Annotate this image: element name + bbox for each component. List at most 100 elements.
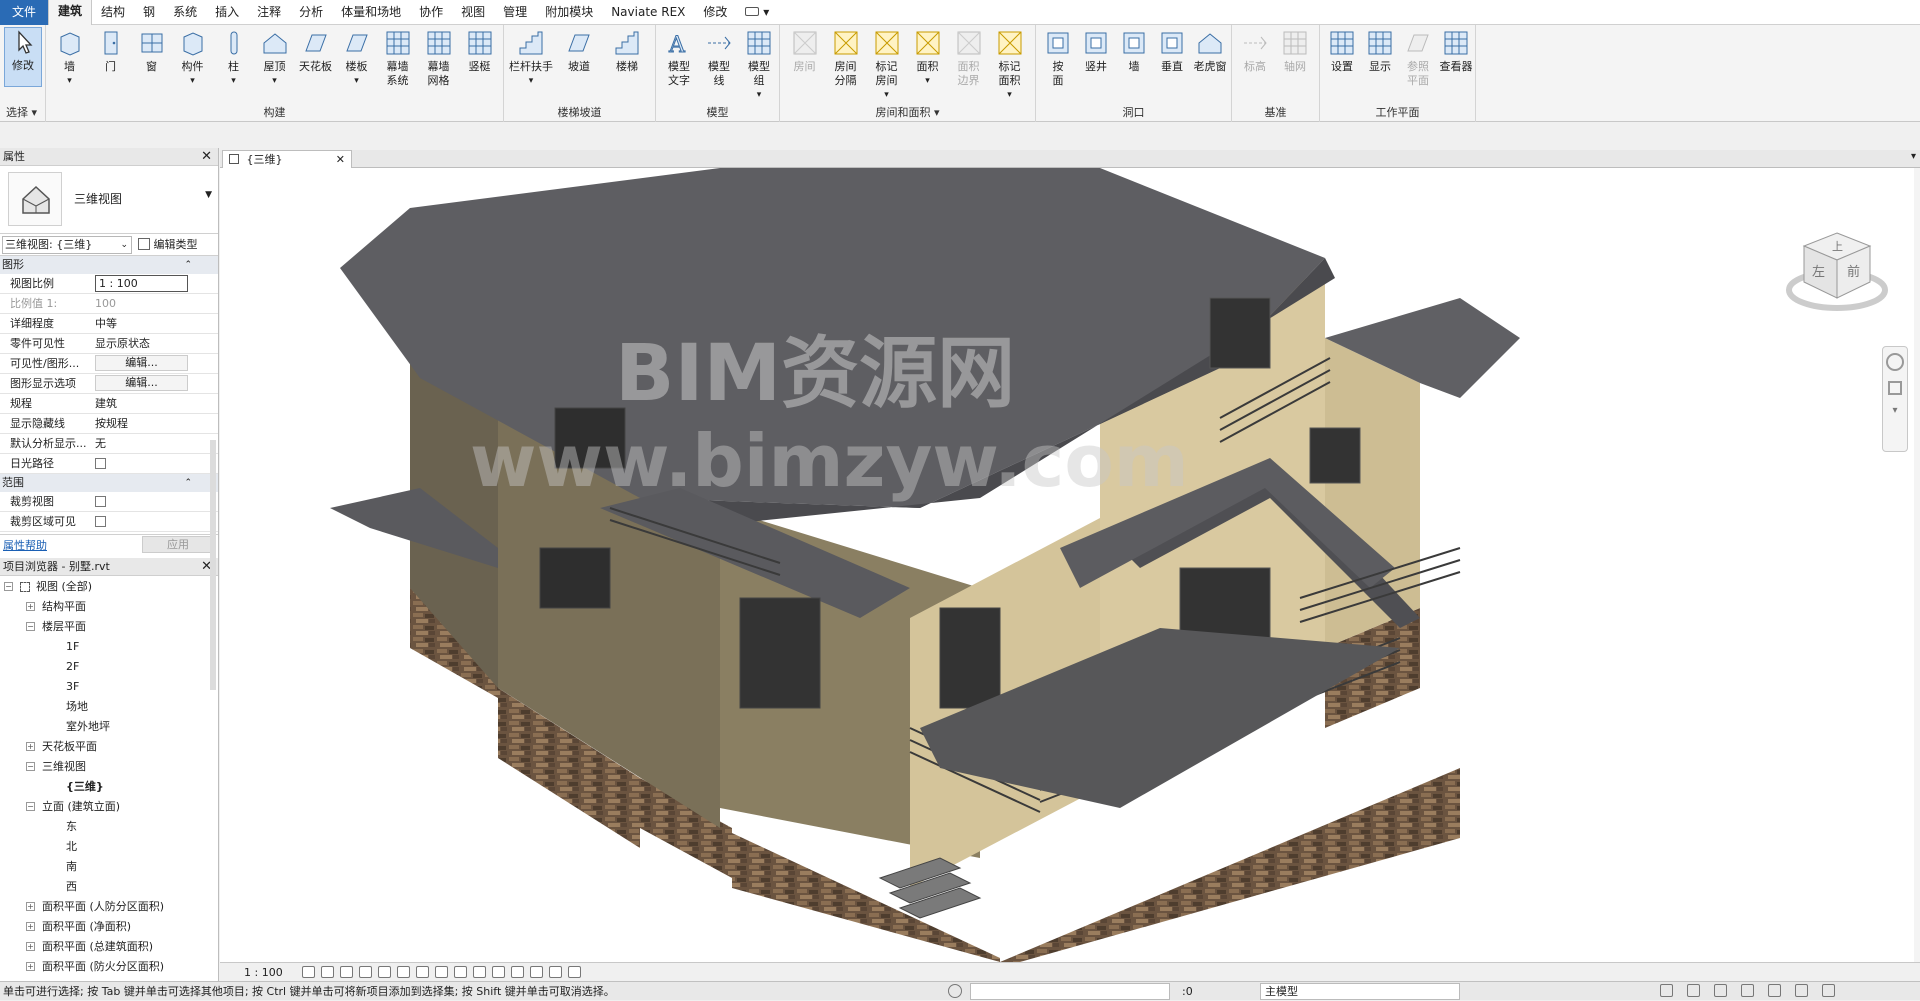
dropdown-caret-icon[interactable]: ▾ <box>173 74 212 88</box>
browser-item[interactable]: + 结构平面 <box>0 597 218 617</box>
select-by-face-icon[interactable] <box>1768 984 1781 997</box>
dropdown-caret-icon[interactable]: ▾ <box>908 74 947 88</box>
railing-button[interactable]: 栏杆扶手 ▾ <box>508 29 554 88</box>
dropdown-caret-icon[interactable]: ▾ <box>990 88 1029 102</box>
worksets-icon[interactable] <box>948 984 962 998</box>
browser-item[interactable]: 北 <box>0 837 218 857</box>
expand-icon[interactable]: + <box>26 602 35 611</box>
shaft-button[interactable]: 竖井 <box>1078 29 1114 74</box>
by-face-button[interactable]: 按 面 <box>1040 29 1076 88</box>
browser-item[interactable]: + 面积平面 (人防分区面积) <box>0 897 218 917</box>
property-checkbox[interactable] <box>95 512 188 531</box>
browser-item[interactable]: − 三维视图 <box>0 757 218 777</box>
zoom-icon[interactable] <box>1888 381 1902 395</box>
crop-view-icon[interactable] <box>378 966 391 978</box>
property-value[interactable]: 100 <box>95 294 188 313</box>
sun-path-icon[interactable] <box>340 966 353 978</box>
dropdown-caret-icon[interactable]: ▾ <box>50 74 89 88</box>
dropdown-caret-icon[interactable]: ▾ <box>740 88 778 102</box>
browser-item[interactable]: + 面积平面 (总建筑面积) <box>0 937 218 957</box>
filter-icon[interactable] <box>1822 984 1835 997</box>
quick-access-menu-icon[interactable]: ▾ <box>736 0 778 25</box>
3d-viewport[interactable]: BIM资源网 www.bimzyw.com 上 左 前 ▾ <box>220 168 1920 962</box>
menu-item-2[interactable]: 结构 <box>92 0 134 25</box>
group-extents[interactable]: 范围 ⌃ <box>0 474 218 492</box>
browser-item[interactable]: + 天花板平面 <box>0 737 218 757</box>
mullion-button[interactable]: 竖梃 <box>460 29 499 74</box>
tab-close-icon[interactable]: ✕ <box>336 151 345 168</box>
type-selector[interactable]: 三维视图 ▼ <box>0 166 218 234</box>
set-button[interactable]: 设置 <box>1324 29 1360 74</box>
reveal-hidden-icon[interactable] <box>454 966 467 978</box>
menu-item-6[interactable]: 注释 <box>248 0 290 25</box>
menu-item-11[interactable]: 管理 <box>494 0 536 25</box>
lock-icon[interactable] <box>568 966 581 978</box>
component-button[interactable]: 构件 ▾ <box>173 29 212 88</box>
steering-wheel-icon[interactable] <box>1886 353 1904 371</box>
model-text-button[interactable]: A 模型 文字 <box>660 29 698 88</box>
properties-close-icon[interactable]: ✕ <box>201 148 212 166</box>
dropdown-caret-icon[interactable]: ▾ <box>508 74 554 88</box>
shadows-icon[interactable] <box>321 966 334 978</box>
menu-item-12[interactable]: 附加模块 <box>536 0 602 25</box>
collapse-icon[interactable]: − <box>4 582 13 591</box>
room-button[interactable]: 房间 <box>785 29 824 74</box>
wall-opening-button[interactable]: 墙 <box>1116 29 1152 74</box>
dropdown-caret-icon[interactable]: ▾ <box>867 88 906 102</box>
expand-icon[interactable]: + <box>26 902 35 911</box>
ramp-button[interactable]: 坡道 <box>556 29 602 74</box>
browser-item[interactable]: + 面积平面 (净面积) <box>0 917 218 937</box>
tab-menu-icon[interactable]: ▾ <box>1911 151 1916 162</box>
area-button[interactable]: 面积 ▾ <box>908 29 947 88</box>
select-dropdown[interactable]: 选择 ▾ <box>0 104 45 120</box>
property-value[interactable]: 无 <box>95 434 188 453</box>
design-option-dropdown[interactable]: 主模型 <box>1260 983 1460 1000</box>
ceiling-button[interactable]: 天花板 <box>296 29 335 74</box>
property-value[interactable]: 中等 <box>95 314 188 333</box>
worksharing-icon[interactable] <box>511 966 524 978</box>
tag-room-button[interactable]: 标记 房间 ▾ <box>867 29 906 102</box>
curtain-system-button[interactable]: 幕墙 系统 <box>378 29 417 88</box>
render-icon[interactable] <box>359 966 372 978</box>
tag-area-button[interactable]: 标记 面积 ▾ <box>990 29 1029 102</box>
show-button[interactable]: 显示 <box>1362 29 1398 74</box>
browser-scrollbar[interactable] <box>210 440 216 690</box>
temp-view-icon[interactable] <box>549 966 562 978</box>
property-edit-button[interactable]: 编辑... <box>95 355 188 371</box>
menu-item-10[interactable]: 视图 <box>452 0 494 25</box>
property-edit-button[interactable]: 编辑... <box>95 375 188 391</box>
property-checkbox[interactable] <box>95 492 188 511</box>
door-button[interactable]: 门 <box>91 29 130 74</box>
browser-item[interactable]: 场地 <box>0 697 218 717</box>
dropdown-caret-icon[interactable]: ▾ <box>337 74 376 88</box>
select-links-icon[interactable] <box>1687 984 1700 997</box>
apply-button[interactable]: 应用 <box>142 536 214 553</box>
drag-elements-icon[interactable] <box>1795 984 1808 997</box>
menu-item-5[interactable]: 插入 <box>206 0 248 25</box>
expand-icon[interactable]: + <box>26 922 35 931</box>
browser-item[interactable]: 南 <box>0 857 218 877</box>
dropdown-caret-icon[interactable]: ▾ <box>255 74 294 88</box>
properties-help-link[interactable]: 属性帮助 <box>3 537 47 553</box>
floor-button[interactable]: 楼板 ▾ <box>337 29 376 88</box>
dormer-button[interactable]: 老虎窗 <box>1192 29 1228 74</box>
browser-item[interactable]: 室外地坪 <box>0 717 218 737</box>
browser-item[interactable]: 西 <box>0 877 218 897</box>
collapse-icon[interactable]: − <box>26 622 35 631</box>
menu-item-1[interactable]: 建筑 <box>48 0 93 25</box>
browser-item[interactable]: 3F <box>0 677 218 697</box>
browser-item[interactable]: + 面积平面 (防火分区面积) <box>0 957 218 977</box>
viewer-button[interactable]: 查看器 <box>1438 29 1474 74</box>
modify-button[interactable]: 修改 <box>4 27 42 87</box>
property-value[interactable]: 显示原状态 <box>95 334 188 353</box>
view-selector-dropdown[interactable]: 三维视图: {三维} ⌄ <box>2 236 132 254</box>
visual-style-icon[interactable] <box>302 966 315 978</box>
menu-item-0[interactable]: 文件 <box>0 0 49 25</box>
menu-item-4[interactable]: 系统 <box>164 0 206 25</box>
browser-item[interactable]: 2F <box>0 657 218 677</box>
browser-item[interactable]: 1F <box>0 637 218 657</box>
select-underlay-icon[interactable] <box>1714 984 1727 997</box>
window-button[interactable]: 窗 <box>132 29 171 74</box>
browser-item[interactable]: − 视图 (全部) <box>0 577 218 597</box>
edit-type-button[interactable]: 编辑类型 <box>138 236 198 254</box>
